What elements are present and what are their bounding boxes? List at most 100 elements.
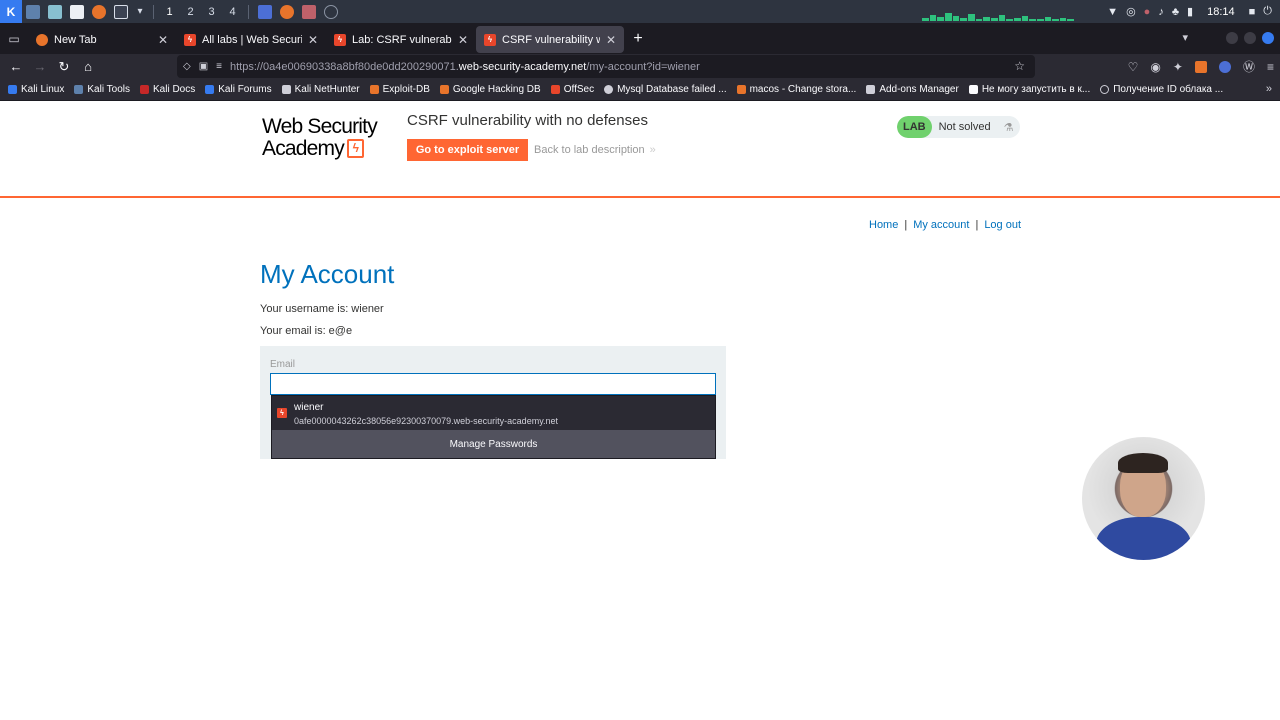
ghdb-icon xyxy=(439,85,449,94)
bookmark-item[interactable]: Google Hacking DB xyxy=(439,84,541,95)
forward-icon[interactable]: → xyxy=(28,59,52,74)
academy-logo[interactable]: Web Security Academy ϟ xyxy=(262,116,397,162)
foxyproxy-icon[interactable] xyxy=(1194,60,1207,73)
extension-icon[interactable] xyxy=(1218,60,1231,73)
lab-badge: LAB xyxy=(897,116,932,138)
bookmark-star-icon[interactable]: ☆ xyxy=(1014,59,1025,73)
bookmark-item[interactable]: Mysql Database failed ... xyxy=(604,84,727,95)
tab-all-labs[interactable]: ϟ All labs | Web Security Ac ✕ xyxy=(176,26,326,53)
bookmark-item[interactable]: Add-ons Manager xyxy=(866,84,959,95)
tab-new-tab[interactable]: New Tab ✕ xyxy=(28,26,176,53)
all-tabs-icon[interactable]: ▭ xyxy=(0,32,28,46)
workspace-1[interactable]: 1 xyxy=(159,6,180,18)
maximize-icon[interactable] xyxy=(1244,32,1256,44)
minimize-icon[interactable] xyxy=(1226,32,1238,44)
shield-icon[interactable]: ◇ xyxy=(183,61,191,72)
lock-icon[interactable]: ■ xyxy=(1249,6,1256,18)
tab-title: Lab: CSRF vulnerability wi xyxy=(352,33,452,46)
exploit-server-button[interactable]: Go to exploit server xyxy=(407,139,528,161)
volume-icon[interactable]: ♪ xyxy=(1158,6,1164,18)
lab-status-widget: LAB Not solved ⚗ xyxy=(897,116,1020,138)
tab-csrf-lab[interactable]: ϟ CSRF vulnerability with no ✕ xyxy=(476,26,624,53)
vpn-icon[interactable]: ◎ xyxy=(1126,5,1136,18)
manage-passwords-button[interactable]: Manage Passwords xyxy=(272,430,715,458)
url-bar[interactable]: ◇ ▣ ≡ https://0a4e00690338a8bf80de0dd200… xyxy=(177,55,1035,78)
lab-title: CSRF vulnerability with no defenses xyxy=(407,112,648,129)
password-autocomplete-popup: ϟ wiener 0afe0000043262c38056e9230037007… xyxy=(271,395,716,459)
firefox-window-icon[interactable] xyxy=(280,4,294,19)
record-icon[interactable]: ● xyxy=(1144,6,1151,18)
bookmark-label: Kali Docs xyxy=(152,84,196,95)
text-editor-icon[interactable] xyxy=(70,4,84,19)
bookmark-item[interactable]: Получение ID облака ... xyxy=(1100,84,1223,95)
bookmark-item[interactable]: Не могу запустить в к... xyxy=(968,84,1090,95)
burp-window-icon[interactable] xyxy=(258,4,272,19)
close-icon[interactable]: ✕ xyxy=(158,33,168,47)
desktop-icon[interactable] xyxy=(26,4,40,19)
logo-text: Academy xyxy=(262,137,345,160)
close-icon[interactable]: ✕ xyxy=(606,33,616,47)
bookmark-item[interactable]: Kali Tools xyxy=(74,84,130,95)
bookmark-item[interactable]: OffSec xyxy=(550,84,595,95)
bookmark-item[interactable]: Kali NetHunter xyxy=(281,84,360,95)
bookmark-label: OffSec xyxy=(563,84,595,95)
url-text[interactable]: https://0a4e00690338a8bf80de0dd200290071… xyxy=(230,61,700,73)
bookmark-item[interactable]: Kali Forums xyxy=(205,84,272,95)
network-icon[interactable]: ▼ xyxy=(1107,6,1118,18)
tab-lab-description[interactable]: ϟ Lab: CSRF vulnerability wi ✕ xyxy=(326,26,476,53)
notification-icon[interactable]: ♣ xyxy=(1172,6,1179,18)
header-divider xyxy=(0,196,1280,198)
bookmark-item[interactable]: Exploit-DB xyxy=(369,84,430,95)
back-to-description-link[interactable]: Back to lab description » xyxy=(534,144,656,156)
reload-icon[interactable]: ↻ xyxy=(52,59,76,75)
kali-menu-icon[interactable]: K xyxy=(0,0,22,23)
bookmark-label: Kali NetHunter xyxy=(294,84,360,95)
chevron-down-icon[interactable]: ▾ xyxy=(136,5,144,19)
extensions-icon[interactable]: ✦ xyxy=(1173,60,1183,74)
workspace-3[interactable]: 3 xyxy=(201,6,222,18)
pocket-icon[interactable]: ♡ xyxy=(1128,60,1139,74)
nav-separator: | xyxy=(904,219,908,231)
menu-icon[interactable]: ≡ xyxy=(1267,60,1274,74)
workspace-4[interactable]: 4 xyxy=(222,6,243,18)
email-input[interactable] xyxy=(270,373,716,395)
clock-app-icon[interactable] xyxy=(324,4,338,19)
battery-icon[interactable]: ▮ xyxy=(1187,5,1193,18)
chevron-down-icon[interactable]: ▾ xyxy=(1182,31,1188,44)
account-icon[interactable]: ◉ xyxy=(1150,60,1160,74)
lock-icon[interactable]: ▣ xyxy=(199,61,208,72)
close-window-icon[interactable] xyxy=(1262,32,1274,44)
power-icon[interactable]: ⏻ xyxy=(1263,5,1272,18)
new-tab-button[interactable]: + xyxy=(624,30,652,48)
bookmark-item[interactable]: Kali Docs xyxy=(139,84,196,95)
firefox-icon[interactable] xyxy=(92,4,106,19)
app-window-icon[interactable] xyxy=(302,4,316,19)
wappalyzer-icon[interactable]: Ⓦ xyxy=(1243,58,1255,75)
tab-title: CSRF vulnerability with no xyxy=(502,33,600,46)
bookmark-label: Add-ons Manager xyxy=(879,84,959,95)
bookmark-item[interactable]: macos - Change stora... xyxy=(736,84,856,95)
firefox-icon xyxy=(36,33,48,46)
back-icon[interactable]: ← xyxy=(4,59,28,74)
nav-home-link[interactable]: Home xyxy=(869,219,898,231)
webcam-overlay xyxy=(1082,437,1205,560)
bookmark-label: Kali Forums xyxy=(218,84,272,95)
workspace-2[interactable]: 2 xyxy=(180,6,201,18)
home-icon[interactable]: ⌂ xyxy=(76,59,100,74)
back-link-label: Back to lab description xyxy=(534,144,645,156)
puzzle-icon xyxy=(866,85,876,94)
logo-line-2: Academy ϟ xyxy=(262,137,397,160)
clock[interactable]: 18:14 xyxy=(1207,6,1235,18)
files-icon[interactable] xyxy=(48,4,62,19)
nav-my-account-link[interactable]: My account xyxy=(913,219,969,231)
portswigger-icon: ϟ xyxy=(184,33,196,46)
permissions-icon[interactable]: ≡ xyxy=(216,61,222,72)
bookmark-item[interactable]: Kali Linux xyxy=(8,84,64,95)
terminal-icon[interactable] xyxy=(114,4,128,19)
close-icon[interactable]: ✕ xyxy=(458,33,468,47)
chevron-right-icon[interactable]: » xyxy=(1266,83,1272,95)
webcam-shirt xyxy=(1096,517,1191,560)
nav-logout-link[interactable]: Log out xyxy=(984,219,1021,231)
close-icon[interactable]: ✕ xyxy=(308,33,318,47)
saved-login-item[interactable]: ϟ wiener 0afe0000043262c38056e9230037007… xyxy=(272,396,715,430)
